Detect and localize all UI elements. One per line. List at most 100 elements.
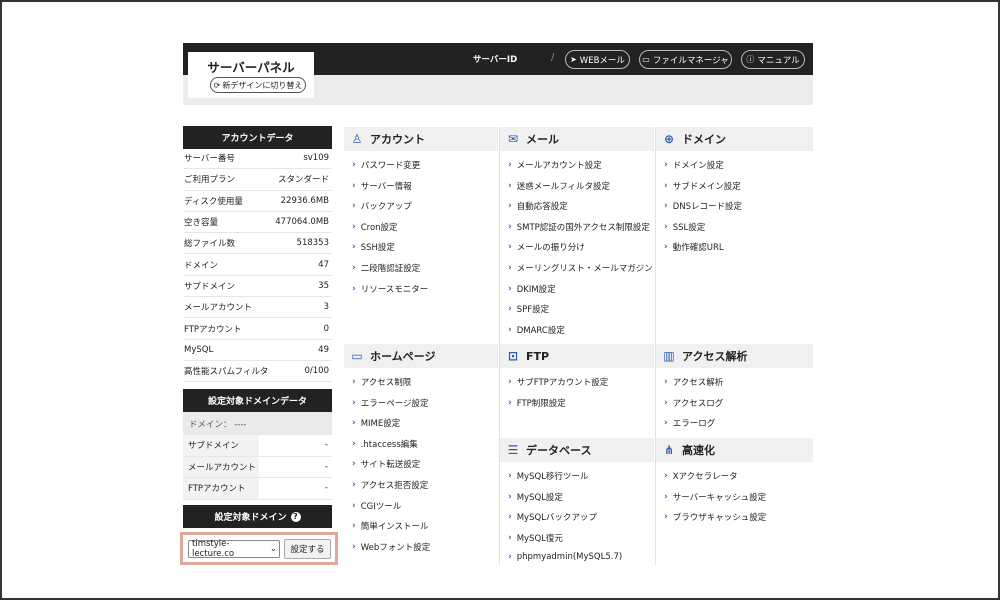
menu-link-label: サーバーキャッシュ設定 — [672, 492, 767, 503]
menu-link-homepage[interactable]: › .htaccess編集 — [352, 438, 418, 450]
menu-link-label: Xアクセラレータ — [672, 472, 738, 482]
menu-link-label: phpmyadmin(MySQL5.7) — [516, 552, 623, 563]
menu-link-homepage[interactable]: › Webフォント設定 — [352, 541, 430, 553]
chevron-right-icon: › — [508, 397, 512, 408]
chevron-right-icon: › — [508, 552, 512, 563]
target-domain-header: 設定対象ドメイン ? — [183, 505, 332, 528]
menu-link-domain[interactable]: › DNSレコード設定 — [664, 200, 742, 212]
section-ftp-header: ⊡ FTP — [500, 344, 654, 368]
menu-link-ftp[interactable]: › FTP制限設定 — [508, 397, 566, 409]
account-data-label: 総ファイル数 — [184, 239, 236, 250]
menu-link-homepage[interactable]: › アクセス拒否設定 — [352, 479, 428, 491]
menu-link-account[interactable]: › SSH設定 — [352, 241, 395, 253]
menu-link-ftp[interactable]: › サブFTPアカウント設定 — [508, 376, 608, 388]
menu-link-speed[interactable]: › サーバーキャッシュ設定 — [664, 491, 766, 503]
menu-link-database[interactable]: › MySQL設定 — [508, 491, 563, 503]
chevron-right-icon: › — [352, 377, 356, 387]
menu-link-homepage[interactable]: › MIME設定 — [352, 417, 400, 429]
menu-link-account[interactable]: › サーバー情報 — [352, 180, 412, 192]
menu-link-account[interactable]: › 二段階認証設定 — [352, 262, 420, 274]
menu-link-label: パスワード変更 — [360, 161, 421, 171]
section-analytics-title: アクセス解析 — [682, 350, 748, 363]
menu-link-label: 簡単インストール — [360, 522, 429, 533]
menu-link-speed[interactable]: › Xアクセラレータ — [664, 470, 738, 482]
menu-link-analytics[interactable]: › アクセスログ — [664, 397, 723, 409]
webmail-button[interactable]: ➤ WEBメール — [565, 50, 630, 69]
menu-link-mail[interactable]: › SPF設定 — [508, 303, 549, 315]
menu-link-label: 二段階認証設定 — [360, 264, 421, 274]
menu-link-homepage[interactable]: › エラーページ設定 — [352, 397, 429, 409]
database-icon: ☰ — [507, 443, 519, 457]
account-data-row: 高性能スパムフィルタ 0/100 — [183, 361, 332, 383]
chevron-right-icon: › — [508, 201, 512, 212]
menu-link-database[interactable]: › MySQL復元 — [508, 532, 563, 544]
menu-link-database[interactable]: › MySQL移行ツール — [508, 470, 588, 482]
menu-link-mail[interactable]: › DKIM設定 — [508, 283, 556, 295]
file-manager-button[interactable]: ▭ ファイルマネージャ — [639, 50, 732, 69]
menu-link-domain[interactable]: › ドメイン設定 — [664, 159, 724, 171]
menu-link-homepage[interactable]: › アクセス制限 — [352, 376, 411, 388]
menu-link-account[interactable]: › リソースモニター — [352, 283, 428, 295]
menu-link-database[interactable]: › MySQLバックアップ — [508, 511, 597, 523]
menu-link-domain[interactable]: › SSL設定 — [664, 221, 705, 233]
menu-link-homepage[interactable]: › サイト転送設定 — [352, 458, 420, 470]
chevron-right-icon: › — [508, 491, 512, 502]
menu-link-mail[interactable]: › メールの振り分け — [508, 241, 585, 253]
chevron-right-icon: › — [664, 377, 668, 387]
menu-link-mail[interactable]: › メーリングリスト・メールマガジン — [508, 262, 653, 274]
chevron-right-icon: › — [664, 242, 668, 253]
menu-link-account[interactable]: › パスワード変更 — [352, 159, 420, 171]
menu-link-label: アクセスログ — [672, 398, 724, 409]
monitor-icon: ⊡ — [507, 349, 519, 363]
file-manager-label: ファイルマネージャ — [652, 55, 729, 66]
chevron-right-icon: › — [508, 160, 512, 170]
menu-link-label: MIME設定 — [360, 419, 401, 430]
menu-link-label: SPF設定 — [516, 305, 550, 316]
menu-link-database[interactable]: › phpmyadmin(MySQL5.7) — [508, 552, 622, 562]
menu-link-mail[interactable]: › SMTP認証の国外アクセス制限設定 — [508, 221, 650, 233]
menu-link-label: FTP制限設定 — [516, 398, 566, 409]
domain-data-label: サブドメイン — [183, 435, 259, 456]
menu-link-mail[interactable]: › 自動応答設定 — [508, 200, 568, 212]
help-icon[interactable]: ? — [290, 511, 301, 522]
menu-link-homepage[interactable]: › 簡単インストール — [352, 520, 429, 532]
apply-domain-button[interactable]: 設定する — [284, 539, 331, 559]
section-database-title: データベース — [526, 444, 592, 457]
menu-link-label: 動作確認URL — [672, 243, 724, 254]
menu-link-mail[interactable]: › メールアカウント設定 — [508, 159, 602, 171]
account-data-row: FTPアカウント 0 — [183, 318, 332, 340]
menu-link-analytics[interactable]: › エラーログ — [664, 417, 715, 429]
chevron-right-icon: › — [352, 221, 356, 232]
account-data-label: FTPアカウント — [184, 324, 242, 335]
menu-link-mail[interactable]: › DMARC設定 — [508, 324, 565, 336]
chevron-right-icon: › — [508, 324, 512, 335]
section-speed-header: ⋔ 高速化 — [656, 438, 813, 462]
menu-link-homepage[interactable]: › CGIツール — [352, 500, 401, 512]
menu-link-speed[interactable]: › ブラウザキャッシュ設定 — [664, 511, 766, 523]
menu-link-account[interactable]: › Cron設定 — [352, 221, 398, 233]
account-data-value: 477064.0MB — [275, 217, 329, 228]
section-database-header: ☰ データベース — [500, 438, 654, 462]
menu-link-label: メーリングリスト・メールマガジン — [516, 264, 653, 274]
menu-link-label: メールの振り分け — [516, 243, 585, 254]
domain-select[interactable]: timstyle-lecture.co ⌄ — [188, 539, 280, 559]
menu-link-account[interactable]: › バックアップ — [352, 200, 412, 212]
menu-link-mail[interactable]: › 迷惑メールフィルタ設定 — [508, 180, 610, 192]
menu-link-domain[interactable]: › サブドメイン設定 — [664, 180, 741, 192]
chevron-right-icon: › — [508, 263, 512, 273]
menu-link-label: MySQL設定 — [516, 492, 563, 503]
menu-link-label: サーバー情報 — [360, 181, 412, 192]
menu-link-label: 迷惑メールフィルタ設定 — [516, 181, 611, 192]
menu-link-analytics[interactable]: › アクセス解析 — [664, 376, 723, 388]
network-icon: ⋔ — [663, 443, 675, 457]
chevron-right-icon: › — [664, 221, 668, 232]
menu-link-label: DKIM設定 — [516, 284, 556, 295]
chevron-right-icon: › — [352, 438, 356, 449]
section-mail-title: メール — [526, 133, 559, 146]
chevron-right-icon: › — [508, 471, 512, 481]
account-data-label: サーバー番号 — [184, 154, 235, 165]
switch-design-button[interactable]: ⟳ 新デザインに切り替え — [210, 77, 306, 93]
manual-button[interactable]: ⓘ マニュアル — [741, 50, 805, 69]
menu-link-domain[interactable]: › 動作確認URL — [664, 241, 724, 253]
menu-link-label: エラーページ設定 — [360, 398, 429, 409]
